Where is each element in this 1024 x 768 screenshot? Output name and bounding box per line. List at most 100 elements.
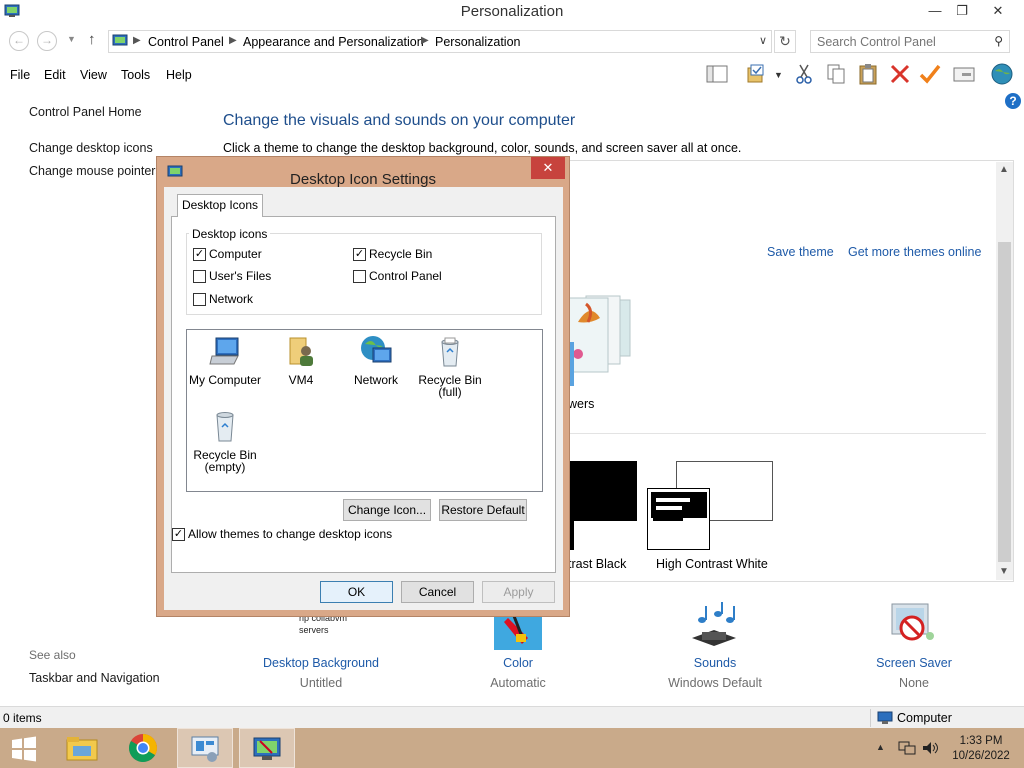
network-icon[interactable] <box>898 740 916 756</box>
taskbar-navigation-link[interactable]: Taskbar and Navigation <box>29 671 160 685</box>
icon-my-computer[interactable]: My Computer <box>187 334 263 386</box>
minimize-button[interactable]: — <box>921 0 949 22</box>
color-icon[interactable] <box>494 612 542 650</box>
checkbox-control-panel[interactable]: Control Panel <box>353 269 442 283</box>
close-button[interactable]: ✕ <box>984 0 1012 22</box>
back-button[interactable]: ← <box>9 31 29 51</box>
desktop-icon-list[interactable]: My Computer VM4 Network Recycle Bin (ful… <box>186 329 543 492</box>
checkbox-checked-icon[interactable]: ✓ <box>172 527 185 541</box>
high-contrast-white-caption[interactable]: High Contrast White <box>656 557 768 571</box>
checkbox-computer[interactable]: ✓ Computer <box>193 247 262 261</box>
up-button[interactable]: ↑ <box>88 31 96 48</box>
tab-desktop-icons[interactable]: Desktop Icons <box>177 194 263 217</box>
computer-icon <box>209 337 239 365</box>
ok-button[interactable]: OK <box>320 581 393 603</box>
refresh-button[interactable]: ↻ <box>774 30 796 53</box>
cancel-button[interactable]: Cancel <box>401 581 474 603</box>
menu-edit[interactable]: Edit <box>44 68 66 82</box>
globe-icon[interactable] <box>990 62 1014 86</box>
restore-default-button[interactable]: Restore Default <box>439 499 527 521</box>
checkmark-icon[interactable] <box>918 62 942 86</box>
checkbox-label: Control Panel <box>369 269 442 283</box>
menu-file[interactable]: File <box>10 68 30 82</box>
help-icon[interactable]: ? <box>1005 93 1021 109</box>
dialog-close-button[interactable]: ✕ <box>531 157 565 179</box>
save-theme-link[interactable]: Save theme <box>767 245 834 259</box>
icon-network[interactable]: Network <box>338 334 414 386</box>
see-also-label: See also <box>29 648 76 662</box>
icon-vm4[interactable]: VM4 <box>263 334 339 386</box>
delete-icon[interactable] <box>888 62 912 86</box>
window-title: Personalization <box>460 3 564 20</box>
checkbox-allow-themes[interactable]: ✓ Allow themes to change desktop icons <box>172 527 392 541</box>
checkbox-recycle-bin[interactable]: ✓ Recycle Bin <box>353 247 432 261</box>
get-more-themes-link[interactable]: Get more themes online <box>848 245 981 259</box>
menu-bar: File Edit View Tools Help ▼ <box>0 62 1024 88</box>
show-hidden-icons-icon[interactable]: ▲ <box>876 742 885 752</box>
menu-help[interactable]: Help <box>166 68 192 82</box>
taskbar-chrome[interactable] <box>116 728 172 768</box>
checkbox-checked-icon[interactable]: ✓ <box>353 247 366 261</box>
taskbar-personalization[interactable] <box>239 728 295 768</box>
change-desktop-icons-link[interactable]: Change desktop icons <box>29 141 153 155</box>
restore-button[interactable]: ❐ <box>948 0 976 22</box>
status-location: Computer <box>897 711 952 725</box>
apply-button[interactable]: Apply <box>482 581 555 603</box>
theme-scrollbar[interactable]: ▲ ▼ <box>996 162 1013 580</box>
checkbox-label: Allow themes to change desktop icons <box>188 527 393 541</box>
forward-button[interactable]: → <box>37 31 57 51</box>
icon-recycle-bin-full[interactable]: Recycle Bin (full) <box>412 334 488 398</box>
chevron-right-icon[interactable]: ▶ <box>229 35 237 46</box>
checkbox-label: Recycle Bin <box>369 247 433 261</box>
dialog-title: Desktop Icon Settings <box>290 171 436 188</box>
breadcrumb-control-panel[interactable]: Control Panel <box>148 35 224 49</box>
scrollbar-thumb[interactable] <box>998 242 1011 562</box>
checkbox-checked-icon[interactable]: ✓ <box>193 247 206 261</box>
scroll-up-icon[interactable]: ▲ <box>999 164 1009 175</box>
folder-options-icon[interactable] <box>745 62 769 86</box>
system-clock[interactable]: 1:33 PM 10/26/2022 <box>946 734 1016 764</box>
start-windows-icon[interactable] <box>11 736 37 762</box>
chevron-down-icon[interactable]: ∨ <box>759 34 767 47</box>
copy-icon[interactable] <box>824 62 848 86</box>
checkbox-network[interactable]: Network <box>193 292 253 306</box>
contrast-black-thumbnail[interactable] <box>568 461 637 521</box>
properties-icon[interactable] <box>952 62 976 86</box>
volume-icon[interactable] <box>921 740 939 756</box>
screen-saver-icon[interactable] <box>888 600 938 650</box>
checkbox-users-files[interactable]: User's Files <box>193 269 271 283</box>
address-bar[interactable]: ▶ Control Panel ▶ Appearance and Persona… <box>108 30 772 53</box>
contrast-black-caption[interactable]: trast Black <box>568 557 626 571</box>
menu-tools[interactable]: Tools <box>121 68 150 82</box>
desktop-background-link[interactable]: Desktop Background <box>246 656 396 670</box>
breadcrumb-personalization[interactable]: Personalization <box>435 35 520 49</box>
color-value: Automatic <box>490 676 546 690</box>
search-icon[interactable]: ⚲ <box>994 34 1003 48</box>
search-input[interactable] <box>817 34 982 50</box>
cut-icon[interactable] <box>792 62 816 86</box>
flowers-theme-caption[interactable]: wers <box>568 397 594 411</box>
scroll-down-icon[interactable]: ▼ <box>999 566 1009 577</box>
checkbox-unchecked-icon[interactable] <box>193 269 206 283</box>
search-box[interactable]: ⚲ <box>810 30 1010 53</box>
taskbar-control-panel[interactable] <box>177 728 233 768</box>
icon-recycle-bin-empty[interactable]: Recycle Bin (empty) <box>187 409 263 473</box>
chevron-down-icon[interactable]: ▼ <box>774 70 783 80</box>
menu-view[interactable]: View <box>80 68 107 82</box>
color-link[interactable]: Color <box>443 656 593 670</box>
chevron-right-icon[interactable]: ▶ <box>421 35 429 46</box>
screen-saver-link[interactable]: Screen Saver <box>839 656 989 670</box>
taskbar-file-explorer[interactable] <box>54 728 110 768</box>
layout-icon[interactable] <box>705 62 729 86</box>
paste-icon[interactable] <box>856 62 880 86</box>
breadcrumb-appearance[interactable]: Appearance and Personalization <box>243 35 424 49</box>
checkbox-unchecked-icon[interactable] <box>353 269 366 283</box>
sounds-icon[interactable] <box>688 600 740 652</box>
recent-locations-button[interactable]: ▼ <box>67 34 76 44</box>
change-icon-button[interactable]: Change Icon... <box>343 499 431 521</box>
sounds-link[interactable]: Sounds <box>640 656 790 670</box>
flowers-theme-thumbnail[interactable] <box>568 292 634 388</box>
change-mouse-pointers-link[interactable]: Change mouse pointers <box>29 164 162 178</box>
checkbox-unchecked-icon[interactable] <box>193 292 206 306</box>
control-panel-home-link[interactable]: Control Panel Home <box>29 105 142 119</box>
